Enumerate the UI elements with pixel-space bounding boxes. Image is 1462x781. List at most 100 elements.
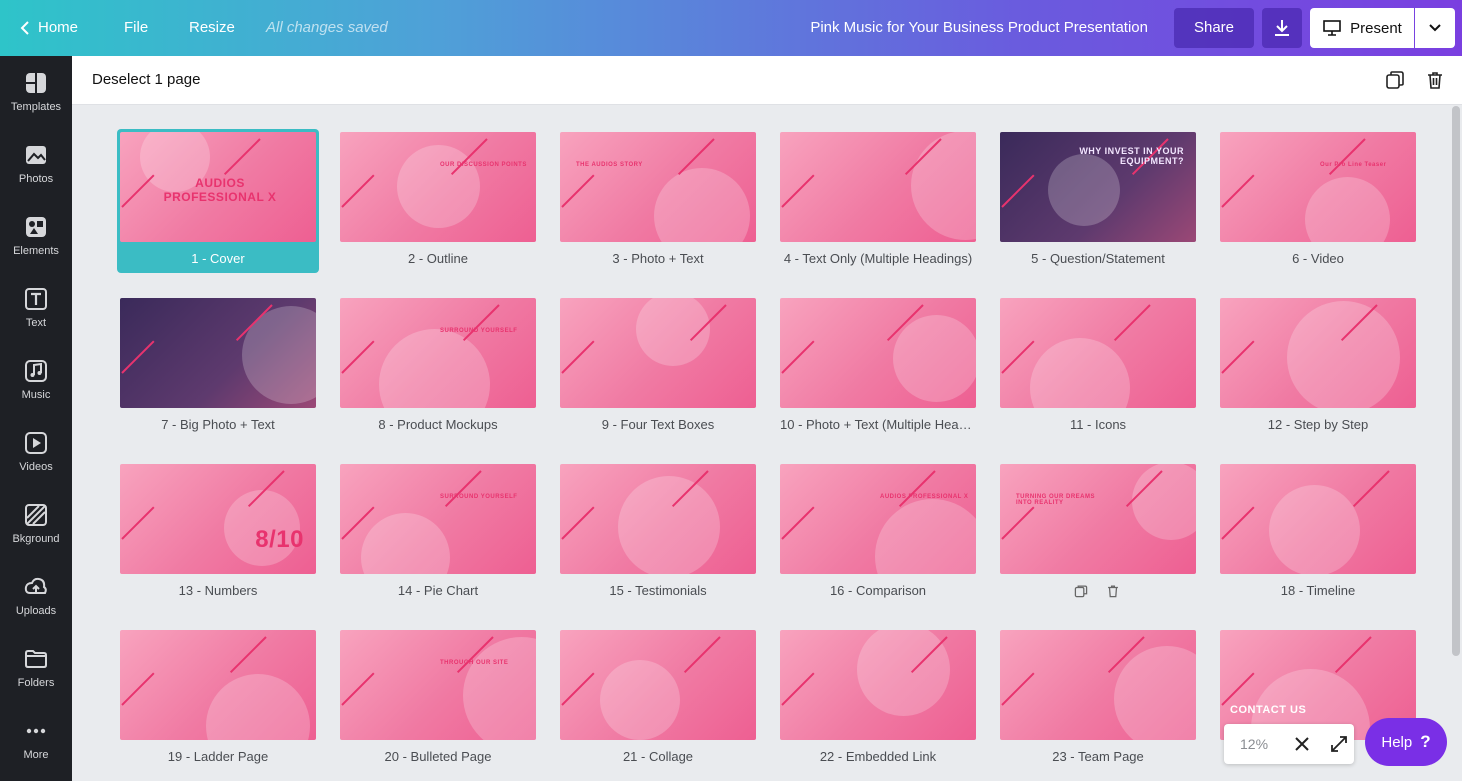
file-menu[interactable]: File	[124, 0, 148, 56]
page-thumbnail[interactable]: THE AUDIOS STORY	[560, 132, 756, 242]
deselect-page-button[interactable]: Deselect 1 page	[92, 56, 200, 104]
page-thumbnail[interactable]: SURROUND YOURSELF	[340, 464, 536, 574]
page-card[interactable]: 21 - Collage	[560, 630, 756, 764]
page-label: 3 - Photo + Text	[612, 251, 704, 266]
decorative-line	[444, 470, 482, 508]
page-thumbnail[interactable]: AUDIOS PROFESSIONAL X	[120, 132, 316, 242]
present-options-button[interactable]	[1415, 8, 1455, 48]
page-card[interactable]: 23 - Team Page	[1000, 630, 1196, 764]
zoom-control: 12%	[1224, 724, 1354, 764]
page-card[interactable]: THROUGH OUR SITE 20 - Bulleted Page	[340, 630, 536, 764]
page-thumbnail[interactable]	[120, 298, 316, 408]
sidebar-item-uploads[interactable]: Uploads	[0, 560, 72, 632]
trash-icon[interactable]	[1106, 584, 1120, 598]
decorative-line	[561, 174, 595, 208]
decorative-line	[561, 506, 595, 540]
chevron-left-icon	[20, 21, 29, 35]
page-thumbnail[interactable]: SURROUND YOURSELF	[340, 298, 536, 408]
page-card[interactable]: SURROUND YOURSELF 14 - Pie Chart	[340, 464, 536, 598]
page-thumbnail[interactable]: Our Pro Line Teaser	[1220, 132, 1416, 242]
sidebar-item-bkground[interactable]: Bkground	[0, 488, 72, 560]
page-thumbnail[interactable]: AUDIOS PROFESSIONAL X	[780, 464, 976, 574]
page-label: 18 - Timeline	[1280, 583, 1356, 598]
document-title[interactable]: Pink Music for Your Business Product Pre…	[810, 0, 1148, 56]
page-card[interactable]: OUR DISCUSSION POINTS 2 - Outline	[340, 132, 536, 266]
page-card[interactable]: 11 - Icons	[1000, 298, 1196, 432]
sidebar-item-templates[interactable]: Templates	[0, 56, 72, 128]
page-thumbnail[interactable]: 8/10	[120, 464, 316, 574]
sidebar-item-folders[interactable]: Folders	[0, 632, 72, 704]
slide-title: AUDIOS PROFESSIONAL X	[163, 176, 277, 204]
page-card[interactable]: 22 - Embedded Link	[780, 630, 976, 764]
present-button[interactable]: Present	[1310, 8, 1414, 48]
page-thumbnail[interactable]: OUR DISCUSSION POINTS	[340, 132, 536, 242]
expand-icon[interactable]	[1330, 735, 1348, 753]
page-label: 22 - Embedded Link	[819, 749, 937, 764]
page-card[interactable]: 12 - Step by Step	[1220, 298, 1416, 432]
page-thumbnail[interactable]	[1000, 298, 1196, 408]
page-card[interactable]: 4 - Text Only (Multiple Headings)	[780, 132, 976, 266]
page-label: 15 - Testimonials	[609, 583, 707, 598]
page-thumbnail[interactable]	[1000, 630, 1196, 740]
resize-menu[interactable]: Resize	[189, 0, 235, 56]
sidebar-item-text[interactable]: Text	[0, 272, 72, 344]
page-card[interactable]: SURROUND YOURSELF 8 - Product Mockups	[340, 298, 536, 432]
question-icon: ?	[1420, 732, 1431, 751]
page-thumbnail[interactable]	[120, 630, 316, 740]
zoom-value[interactable]: 12%	[1240, 736, 1280, 752]
page-card[interactable]: 15 - Testimonials	[560, 464, 756, 598]
page-label: 20 - Bulleted Page	[384, 749, 492, 764]
elements-icon	[24, 215, 48, 239]
help-button[interactable]: Help ?	[1365, 718, 1447, 766]
decorative-line	[341, 174, 375, 208]
share-button[interactable]: Share	[1174, 8, 1254, 48]
page-card[interactable]: 18 - Timeline	[1220, 464, 1416, 598]
page-card[interactable]: THE AUDIOS STORY 3 - Photo + Text	[560, 132, 756, 266]
sidebar-item-label: Text	[25, 317, 47, 329]
page-thumbnail[interactable]	[1220, 464, 1416, 574]
page-card[interactable]: Our Pro Line Teaser 6 - Video	[1220, 132, 1416, 266]
page-thumbnail[interactable]: THROUGH OUR SITE	[340, 630, 536, 740]
download-icon	[1275, 20, 1289, 36]
page-thumbnail[interactable]	[560, 298, 756, 408]
page-card[interactable]: 7 - Big Photo + Text	[120, 298, 316, 432]
page-card[interactable]: AUDIOS PROFESSIONAL X 1 - Cover	[117, 129, 319, 273]
sidebar-item-elements[interactable]: Elements	[0, 200, 72, 272]
page-thumbnail[interactable]	[780, 132, 976, 242]
sidebar-item-music[interactable]: Music	[0, 344, 72, 416]
trash-icon[interactable]	[1425, 70, 1445, 95]
decorative-line	[341, 672, 375, 706]
page-label: 8 - Product Mockups	[378, 417, 498, 432]
slide-title: SURROUND YOURSELF	[440, 494, 518, 500]
page-thumbnail[interactable]: WHY INVEST IN YOUR EQUIPMENT?	[1000, 132, 1196, 242]
close-icon[interactable]	[1294, 736, 1310, 752]
sidebar-item-more[interactable]: More	[0, 704, 72, 776]
decorative-line	[781, 340, 815, 374]
page-thumbnail[interactable]	[780, 630, 976, 740]
copy-icon[interactable]	[1074, 584, 1088, 598]
page-card[interactable]: 9 - Four Text Boxes	[560, 298, 756, 432]
page-card[interactable]: TURNING OUR DREAMS INTO REALITY	[1000, 464, 1196, 598]
page-thumbnail[interactable]: TURNING OUR DREAMS INTO REALITY	[1000, 464, 1196, 574]
text-icon	[24, 287, 48, 311]
home-button[interactable]: Home	[20, 0, 78, 56]
page-card[interactable]: 19 - Ladder Page	[120, 630, 316, 764]
photos-icon	[24, 143, 48, 167]
page-thumbnail[interactable]	[780, 298, 976, 408]
page-card[interactable]: AUDIOS PROFESSIONAL X 16 - Comparison	[780, 464, 976, 598]
top-toolbar: Home File Resize All changes saved Pink …	[0, 0, 1462, 56]
slide-title: Our Pro Line Teaser	[1320, 162, 1387, 168]
page-thumbnail[interactable]	[560, 464, 756, 574]
copy-icon[interactable]	[1385, 70, 1405, 95]
page-card[interactable]: 10 - Photo + Text (Multiple Head...	[780, 298, 976, 432]
slide-title: OUR DISCUSSION POINTS	[440, 162, 527, 168]
page-card[interactable]: WHY INVEST IN YOUR EQUIPMENT? 5 - Questio…	[1000, 132, 1196, 266]
sidebar-item-videos[interactable]: Videos	[0, 416, 72, 488]
page-thumbnail[interactable]	[560, 630, 756, 740]
download-button[interactable]	[1262, 8, 1302, 48]
page-card[interactable]: 8/10 13 - Numbers	[120, 464, 316, 598]
sidebar-item-photos[interactable]: Photos	[0, 128, 72, 200]
page-thumbnail[interactable]	[1220, 298, 1416, 408]
vertical-scrollbar[interactable]	[1452, 106, 1460, 656]
save-status: All changes saved	[266, 19, 388, 36]
